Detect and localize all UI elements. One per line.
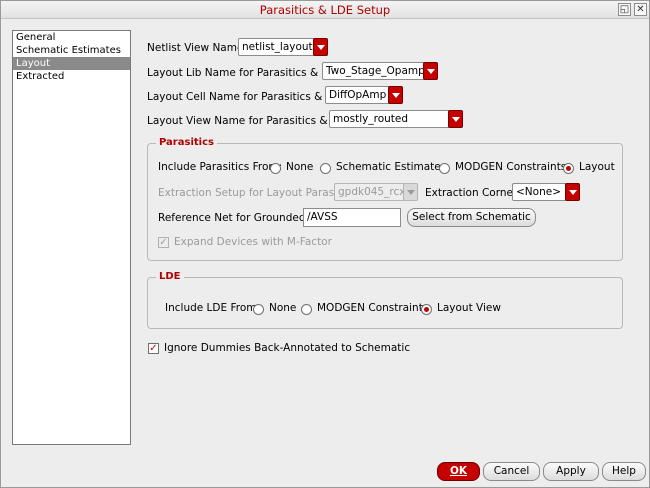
radio-lde-layout-view[interactable] bbox=[421, 304, 432, 315]
extraction-setup-value: gpdk045_rcx bbox=[338, 186, 406, 198]
close-icon[interactable]: ✕ bbox=[634, 3, 647, 16]
dialog-window: Parasitics & LDE Setup ◱ ✕ General Schem… bbox=[0, 0, 650, 488]
dropdown-arrow-icon[interactable] bbox=[388, 86, 403, 104]
netlist-view-label: Netlist View Name: bbox=[147, 42, 247, 54]
parasitics-group-title: Parasitics bbox=[156, 137, 217, 148]
expand-devices-label: Expand Devices with M-Factor bbox=[174, 236, 332, 248]
dropdown-arrow-icon bbox=[403, 183, 418, 201]
radio-parasitics-schematic-estimates-label: Schematic Estimates bbox=[336, 161, 447, 173]
extraction-setup-label: Extraction Setup for Layout Parasitics: bbox=[158, 187, 359, 199]
cancel-button[interactable]: Cancel bbox=[483, 462, 540, 481]
ok-button-label: OK bbox=[449, 465, 468, 477]
dialog-content: General Schematic Estimates Layout Extra… bbox=[2, 20, 648, 487]
view-name-label: Layout View Name for Parasitics & LDE: bbox=[147, 115, 356, 127]
category-list: General Schematic Estimates Layout Extra… bbox=[12, 30, 131, 445]
lde-group: LDE Include LDE From: None MODGEN Constr… bbox=[147, 271, 623, 329]
lib-name-value: Two_Stage_Opamp bbox=[326, 65, 425, 77]
expand-devices-checkbox: ✓ bbox=[158, 237, 169, 248]
reference-net-label: Reference Net for Grounded C: bbox=[158, 212, 320, 224]
category-item-extracted[interactable]: Extracted bbox=[13, 70, 130, 83]
ignore-dummies-checkbox[interactable]: ✓ bbox=[148, 343, 159, 354]
help-button-label: Help bbox=[612, 465, 636, 477]
radio-parasitics-layout-label: Layout bbox=[579, 161, 615, 173]
restore-icon[interactable]: ◱ bbox=[618, 3, 631, 16]
netlist-view-value: netlist_layout bbox=[242, 41, 313, 53]
category-item-layout[interactable]: Layout bbox=[13, 57, 130, 70]
radio-parasitics-modgen-label: MODGEN Constraints bbox=[455, 161, 567, 173]
radio-parasitics-modgen[interactable] bbox=[439, 163, 450, 174]
ok-button[interactable]: OK bbox=[437, 462, 480, 481]
radio-parasitics-none[interactable] bbox=[270, 163, 281, 174]
extraction-corner-label: Extraction Corner: bbox=[425, 187, 521, 199]
view-name-value: mostly_routed bbox=[333, 113, 409, 125]
extraction-corner-value: <None> bbox=[516, 186, 561, 198]
radio-lde-modgen[interactable] bbox=[301, 304, 312, 315]
apply-button[interactable]: Apply bbox=[543, 462, 599, 481]
radio-parasitics-schematic-estimates[interactable] bbox=[320, 163, 331, 174]
apply-button-label: Apply bbox=[556, 465, 586, 477]
reference-net-input[interactable]: /AVSS bbox=[303, 208, 401, 227]
extraction-setup-select: gpdk045_rcx bbox=[334, 183, 418, 201]
radio-parasitics-layout[interactable] bbox=[563, 163, 574, 174]
cell-name-value: DiffOpAmp bbox=[329, 89, 387, 101]
extraction-corner-select[interactable]: <None> bbox=[512, 183, 580, 201]
dropdown-arrow-icon[interactable] bbox=[313, 38, 328, 56]
radio-lde-none-label: None bbox=[269, 302, 297, 314]
title-bar: Parasitics & LDE Setup ◱ ✕ bbox=[1, 1, 649, 19]
radio-lde-none[interactable] bbox=[253, 304, 264, 315]
ignore-dummies-label: Ignore Dummies Back-Annotated to Schemat… bbox=[164, 342, 411, 354]
lib-name-label: Layout Lib Name for Parasitics & LDE: bbox=[147, 67, 346, 79]
include-parasitics-label: Include Parasitics From: bbox=[158, 161, 283, 173]
view-name-select[interactable]: mostly_routed bbox=[329, 110, 463, 128]
include-lde-label: Include LDE From: bbox=[165, 302, 261, 314]
netlist-view-select[interactable]: netlist_layout bbox=[238, 38, 328, 56]
category-item-general[interactable]: General bbox=[13, 31, 130, 44]
dropdown-arrow-icon[interactable] bbox=[565, 183, 580, 201]
cell-name-label: Layout Cell Name for Parasitics & LDE: bbox=[147, 91, 350, 103]
radio-lde-layout-view-label: Layout View bbox=[437, 302, 501, 314]
radio-parasitics-none-label: None bbox=[286, 161, 314, 173]
lde-group-title: LDE bbox=[156, 271, 184, 282]
parasitics-group: Parasitics Include Parasitics From: None… bbox=[147, 137, 623, 261]
window-title: Parasitics & LDE Setup bbox=[259, 3, 391, 17]
dropdown-arrow-icon[interactable] bbox=[448, 110, 463, 128]
radio-lde-modgen-label: MODGEN Constraints bbox=[317, 302, 429, 314]
select-from-schematic-button[interactable]: Select from Schematic bbox=[407, 208, 536, 227]
cancel-button-label: Cancel bbox=[493, 465, 530, 477]
category-item-schematic-estimates[interactable]: Schematic Estimates bbox=[13, 44, 130, 57]
help-button[interactable]: Help bbox=[602, 462, 646, 481]
cell-name-select[interactable]: DiffOpAmp bbox=[325, 86, 403, 104]
lib-name-select[interactable]: Two_Stage_Opamp bbox=[322, 62, 438, 80]
dropdown-arrow-icon[interactable] bbox=[423, 62, 438, 80]
